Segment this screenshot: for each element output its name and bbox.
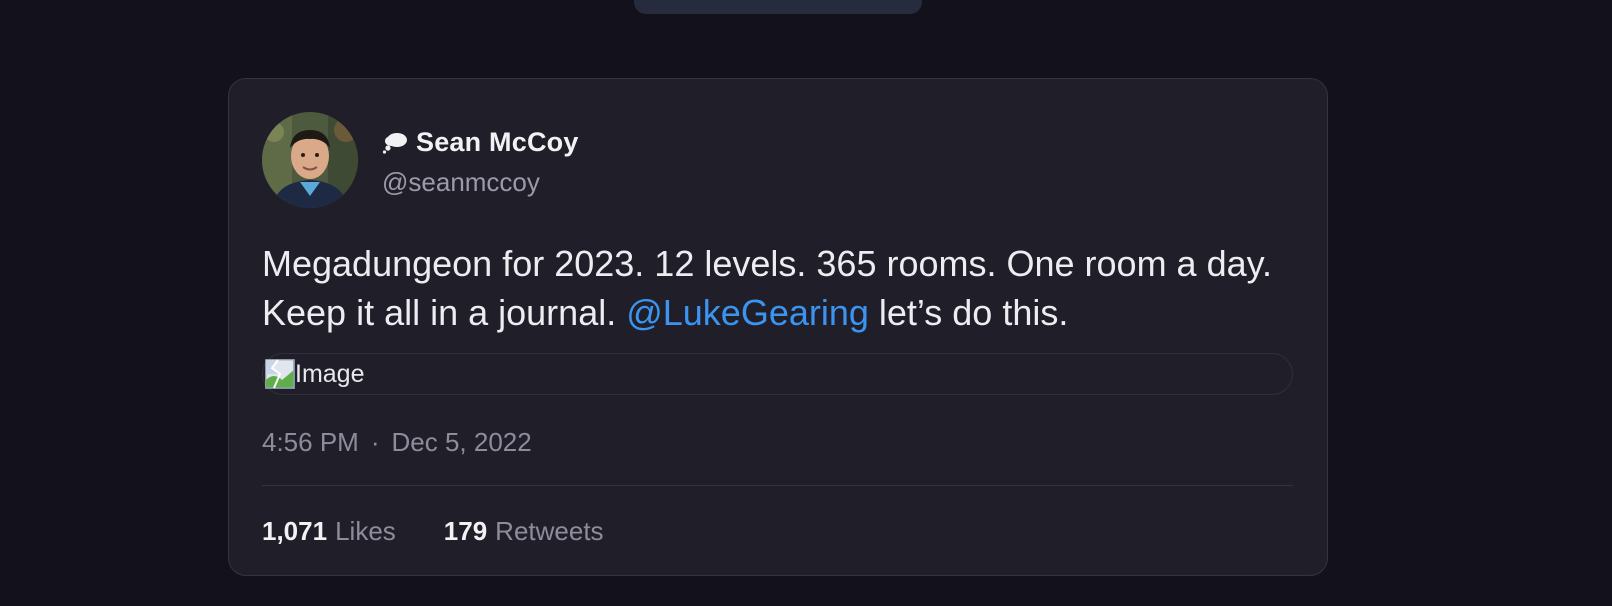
- tweet-media[interactable]: Image: [262, 353, 1293, 395]
- tweet-card: Sean McCoy @seanmccoy Megadungeon for 20…: [228, 78, 1328, 576]
- author-display-name[interactable]: Sean McCoy: [416, 127, 579, 158]
- author-avatar[interactable]: [262, 112, 358, 208]
- likes-label: Likes: [335, 516, 396, 546]
- retweets-stat[interactable]: 179 Retweets: [444, 516, 604, 547]
- tweet-stats: 1,071 Likes 179 Retweets: [262, 516, 652, 547]
- broken-image-icon: [264, 358, 296, 390]
- author-name-row[interactable]: Sean McCoy: [382, 127, 579, 158]
- tweet-text: Megadungeon for 2023. 12 levels. 365 roo…: [262, 239, 1302, 337]
- retweets-count: 179: [443, 516, 488, 546]
- retweets-label: Retweets: [495, 516, 604, 546]
- top-tab[interactable]: [634, 0, 922, 14]
- tweet-timestamp[interactable]: 4:56 PM · Dec 5, 2022: [262, 427, 532, 458]
- tweet-text-after: let’s do this.: [868, 292, 1069, 333]
- mention-link[interactable]: @LukeGearing: [626, 292, 869, 333]
- profile-photo: [262, 112, 358, 208]
- thought-bubble-icon: [382, 132, 408, 154]
- author-handle[interactable]: @seanmccoy: [382, 167, 540, 198]
- likes-count: 1,071: [262, 516, 328, 546]
- likes-stat[interactable]: 1,071 Likes: [262, 516, 396, 547]
- tweet-date[interactable]: Dec 5, 2022: [392, 427, 532, 458]
- timestamp-separator: ·: [370, 427, 380, 457]
- media-alt-text: Image: [295, 359, 365, 388]
- divider: [262, 485, 1293, 486]
- tweet-time[interactable]: 4:56 PM: [262, 427, 359, 458]
